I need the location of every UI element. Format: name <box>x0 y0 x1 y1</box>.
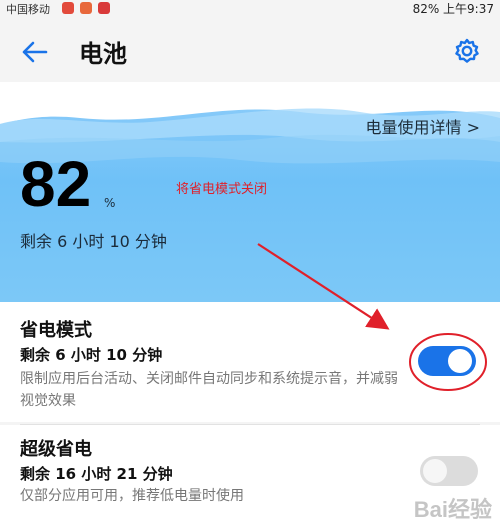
carrier-label: 中国移动 <box>6 3 50 16</box>
usage-details-link[interactable]: 电量使用详情 > <box>366 114 481 138</box>
ultra-power-saving-description: 仅部分应用可用，推荐低电量时使用 <box>20 488 244 504</box>
status-bar: 中国移动 82% 上午9:37 <box>0 0 500 18</box>
power-saving-remaining: 剩余 6 小时 10 分钟 <box>20 346 163 364</box>
annotation-text: 将省电模式关闭 <box>176 182 268 197</box>
app-bar: 电池 <box>0 18 500 82</box>
settings-button[interactable] <box>450 34 484 68</box>
battery-percent: 82 <box>20 148 92 220</box>
remaining-time: 剩余 6 小时 10 分钟 <box>20 232 167 251</box>
watermark: Bai经验 <box>413 497 492 522</box>
page-title: 电池 <box>79 40 127 68</box>
notification-icon <box>62 2 74 14</box>
toggle-knob <box>448 349 472 373</box>
power-saving-description: 限制应用后台活动、关闭邮件自动同步和系统提示音，并减弱视觉效果 <box>20 371 398 409</box>
back-button[interactable] <box>18 36 50 68</box>
status-right-text: 82% 上午9:37 <box>412 2 494 16</box>
power-saving-title: 省电模式 <box>20 320 92 341</box>
ultra-power-saving-toggle[interactable] <box>420 456 478 486</box>
back-arrow-icon <box>22 41 48 63</box>
ultra-power-saving-remaining: 剩余 16 小时 21 分钟 <box>20 465 173 483</box>
notification-icon <box>98 2 110 14</box>
toggle-knob <box>423 459 447 483</box>
ultra-power-saving-title: 超级省电 <box>20 439 92 460</box>
notification-icon <box>80 2 92 14</box>
power-saving-toggle[interactable] <box>418 346 476 376</box>
battery-hero: 电量使用详情 > 82 % 剩余 6 小时 10 分钟 将省电模式关闭 <box>0 82 500 302</box>
gear-icon <box>455 38 479 63</box>
power-saving-row[interactable]: 省电模式 剩余 6 小时 10 分钟 限制应用后台活动、关闭邮件自动同步和系统提… <box>0 302 500 422</box>
percent-unit: % <box>104 196 116 210</box>
